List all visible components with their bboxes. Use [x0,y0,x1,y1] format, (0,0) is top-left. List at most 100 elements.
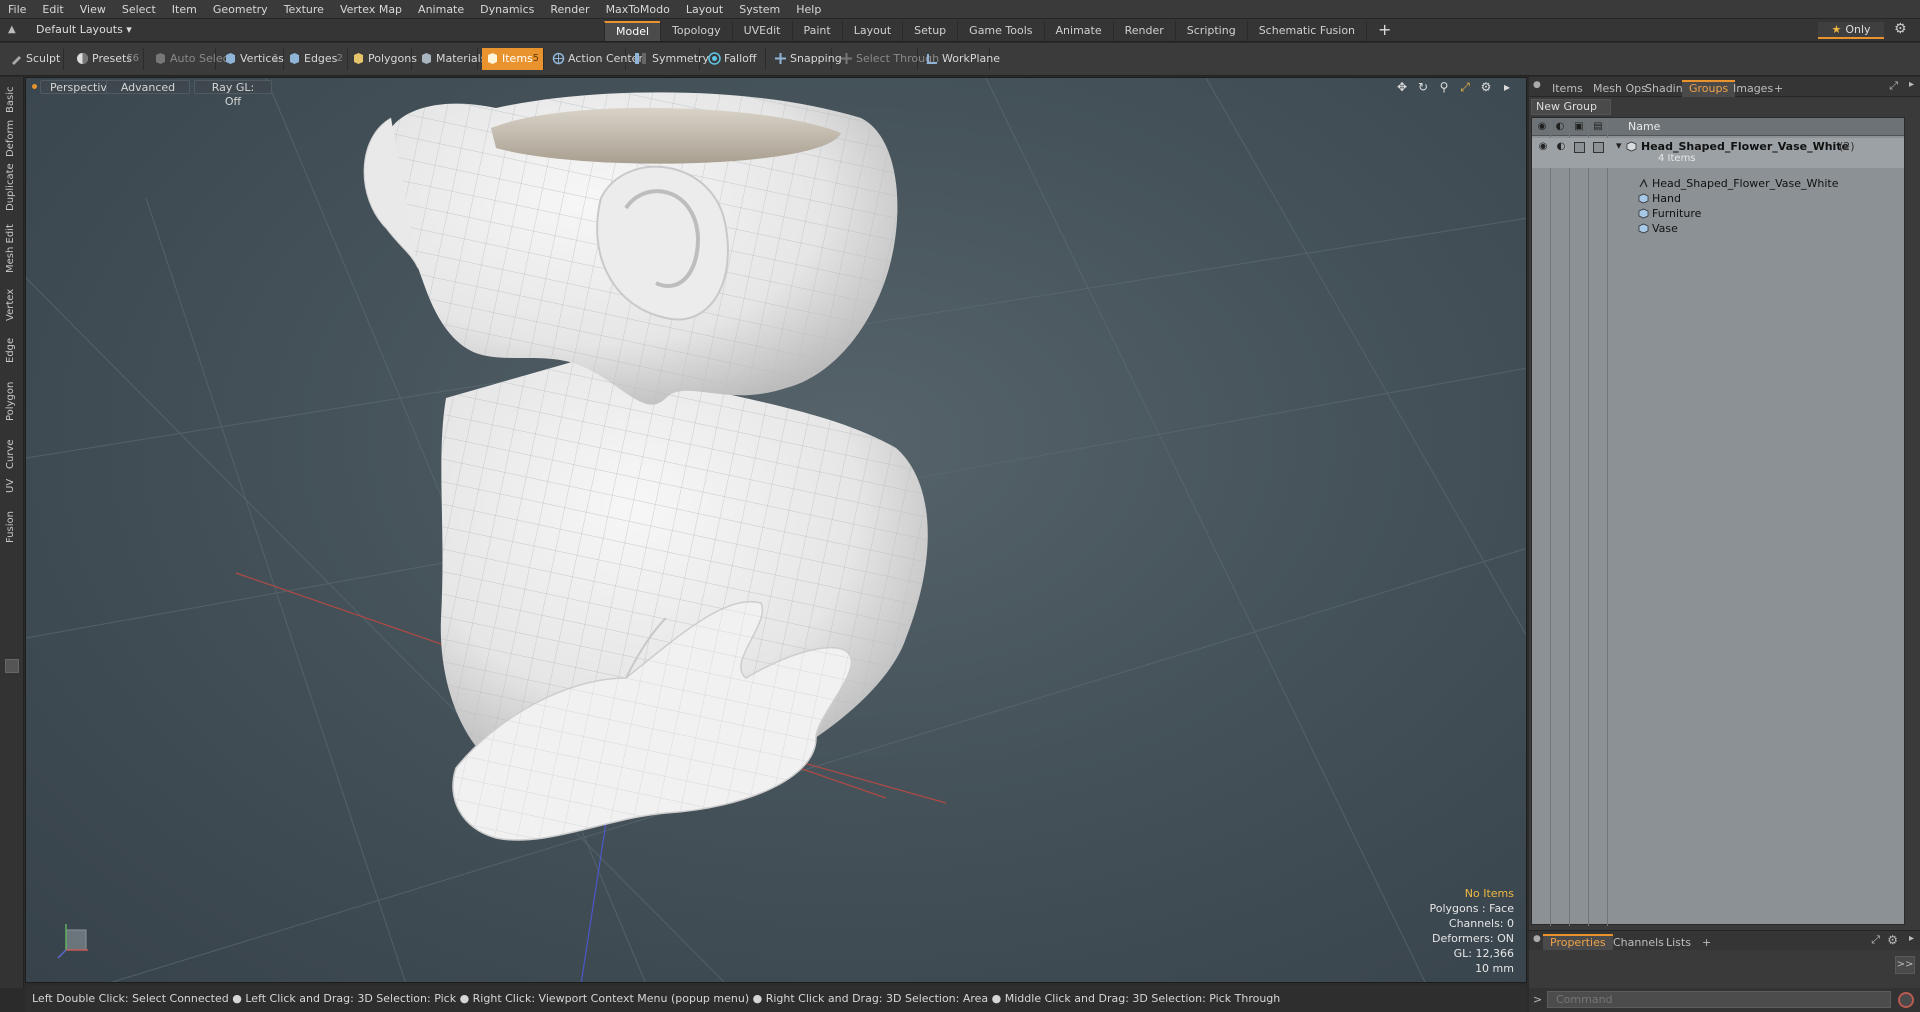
vertices-button[interactable]: Vertices 1 [220,48,284,70]
properties-arrow-icon[interactable]: ▸ [1909,933,1914,944]
lock-checkbox[interactable] [1574,142,1585,153]
tab-paint[interactable]: Paint [791,21,842,41]
edges-button[interactable]: Edges 2 [284,48,348,70]
add-tab-icon[interactable]: + [1366,21,1391,41]
action-center-button[interactable]: Action Center [548,48,643,70]
list-item[interactable]: Vase [1532,221,1904,236]
menu-system[interactable]: System [731,3,788,16]
tab-items[interactable]: Items [1545,80,1590,97]
zoom-icon[interactable]: ⚲ [1437,80,1451,94]
menu-vertex-map[interactable]: Vertex Map [332,3,410,16]
menu-geometry[interactable]: Geometry [205,3,276,16]
tab-schematic-fusion[interactable]: Schematic Fusion [1246,21,1366,41]
raygl-toggle[interactable]: Ray GL: Off [194,80,272,108]
command-bar: > [1529,988,1920,1012]
tab-lists[interactable]: Lists [1659,934,1698,951]
view-mode-dropdown[interactable]: Perspective [40,80,114,94]
rotate-icon[interactable]: ↻ [1416,80,1430,94]
visibility-col-icon[interactable]: ◉ [1536,121,1548,133]
select-checkbox[interactable] [1593,142,1604,153]
menu-render[interactable]: Render [542,3,597,16]
tab-properties[interactable]: Properties [1543,934,1613,951]
shading-mode-dropdown[interactable]: Advanced [106,80,190,94]
presets-button[interactable]: Presets F6 [72,48,144,70]
tab-game-tools[interactable]: Game Tools [957,21,1043,41]
snapping-button[interactable]: Snapping [770,48,842,70]
eye-icon[interactable]: ◉ [1537,141,1549,153]
auto-select-button[interactable]: Auto Select [150,48,233,70]
panel-expand-icon[interactable]: ⤢ [1889,79,1898,93]
collapse-arrow-icon[interactable]: ▾ [1616,139,1622,152]
menu-maxtomodo[interactable]: MaxToModo [598,3,678,16]
menu-view[interactable]: View [72,3,114,16]
layout-dropdown[interactable]: Default Layouts ▾ [36,23,132,36]
group-row[interactable]: ◉ ◐ ▾ Head_Shaped_Flower_Vase_White (2) … [1532,138,1904,168]
menu-file[interactable]: File [0,3,34,16]
info-scale: 10 mm [1475,962,1514,975]
tab-animate[interactable]: Animate [1043,21,1113,41]
properties-expand-icon[interactable]: ⤢ [1871,933,1880,947]
tab-render[interactable]: Render [1112,21,1175,41]
falloff-button[interactable]: Falloff [704,48,766,70]
expand-button[interactable]: >> [1895,956,1915,974]
properties-gear-icon[interactable]: ⚙ [1887,933,1898,947]
add-panel-tab-icon[interactable]: + [1767,80,1790,97]
menu-item[interactable]: Item [164,3,205,16]
viewport-gear-icon[interactable]: ⚙ [1479,80,1493,94]
materials-label: Materials [436,52,487,65]
mesh-icon [1638,193,1649,204]
items-button[interactable]: Items 5 [482,48,544,70]
tab-setup[interactable]: Setup [902,21,957,41]
list-item[interactable]: Head_Shaped_Flower_Vase_White [1532,176,1904,191]
menu-edit[interactable]: Edit [34,3,71,16]
vase-model[interactable] [363,92,928,841]
menu-layout[interactable]: Layout [678,3,731,16]
render-toggle-icon[interactable]: ◐ [1555,141,1567,153]
viewport-arrow-icon[interactable]: ▸ [1500,80,1514,94]
viewport-menu-dot[interactable] [32,84,37,89]
record-macro-icon[interactable] [1898,992,1914,1008]
add-properties-tab-icon[interactable]: + [1695,934,1718,951]
panel-toggle[interactable] [5,659,19,673]
only-button[interactable]: ★ Only [1818,22,1884,39]
sculpt-button[interactable]: Sculpt [6,48,64,70]
menu-dynamics[interactable]: Dynamics [472,3,542,16]
tab-topology[interactable]: Topology [660,21,732,41]
menu-select[interactable]: Select [114,3,164,16]
gear-icon[interactable]: ⚙ [1894,21,1907,37]
3d-viewport[interactable]: Perspective Advanced Ray GL: Off ✥ ↻ ⚲ ⤢… [25,77,1527,983]
symmetry-button[interactable]: Symmetry [630,48,709,70]
maximize-icon[interactable]: ⤢ [1458,80,1472,94]
render-col-icon[interactable]: ◐ [1554,121,1566,133]
workplane-button[interactable]: WorkPlane [922,48,1000,70]
materials-icon [422,53,431,64]
presets-shortcut: F6 [126,53,139,64]
tab-curve-label: Curve [5,439,16,469]
polygons-icon [354,53,363,64]
symmetry-label: Symmetry [652,52,710,65]
materials-button[interactable]: Materials [416,48,486,70]
tab-scripting[interactable]: Scripting [1174,21,1247,41]
menu-help[interactable]: Help [788,3,829,16]
pan-icon[interactable]: ✥ [1395,80,1409,94]
select-col-icon[interactable]: ▤ [1592,121,1604,133]
collapse-icon[interactable]: ▲ [8,24,20,36]
menu-texture[interactable]: Texture [276,3,332,16]
tab-layout[interactable]: Layout [841,21,902,41]
new-group-button[interactable]: New Group [1531,99,1611,115]
menu-animate[interactable]: Animate [410,3,472,16]
list-item[interactable]: Furniture [1532,206,1904,221]
tab-uvedit[interactable]: UVEdit [731,21,792,41]
properties-menu-dot[interactable]: ● [1533,934,1541,944]
panel-arrow-icon[interactable]: ▸ [1909,79,1914,90]
panel-menu-dot[interactable]: ● [1533,80,1541,90]
command-input[interactable] [1547,991,1891,1008]
status-bar: Left Double Click: Select Connected ● Le… [25,985,1527,1012]
select-through-button[interactable]: Select Through [836,48,939,70]
lock-col-icon[interactable]: ▣ [1573,121,1585,133]
polygons-button[interactable]: Polygons [348,48,417,70]
tab-deform-label: Deform [5,119,16,157]
list-item[interactable]: Hand [1532,191,1904,206]
locator-icon [1639,178,1648,188]
tab-model[interactable]: Model [604,21,661,41]
